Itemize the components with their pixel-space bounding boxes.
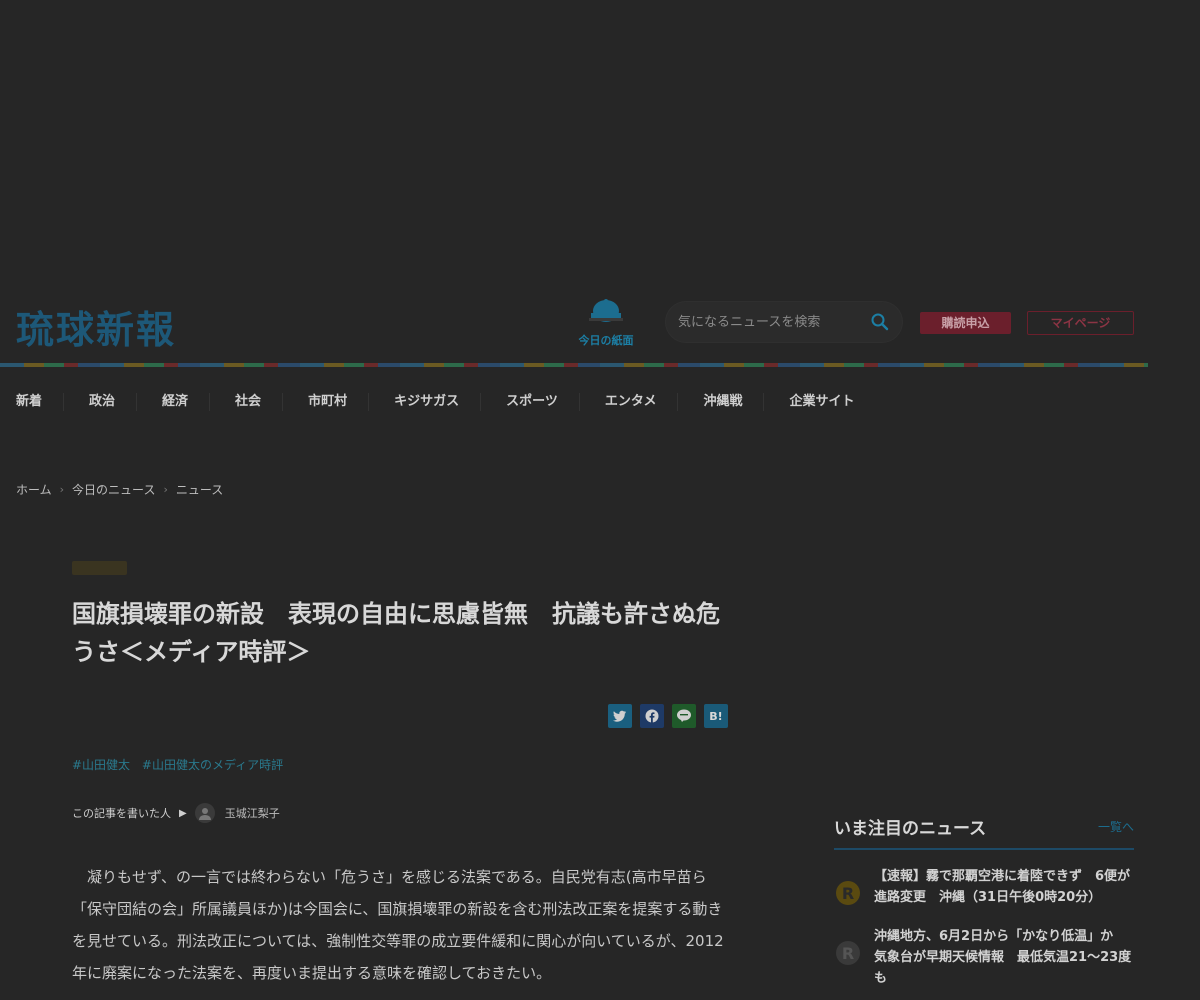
todays-paper-link[interactable]: 今日の紙面 [566,297,646,348]
mypage-button[interactable]: マイページ [1027,311,1134,335]
nav-item-entertainment[interactable]: エンタメ [605,393,679,411]
news-thumbnail-icon: R [836,941,860,965]
nav-item-politics[interactable]: 政治 [89,393,138,411]
author-avatar[interactable] [194,803,215,823]
main-nav: 新着 政治 経済 社会 市町村 キジサガス スポーツ エンタメ 沖縄戦 企業サイ… [0,384,1148,420]
svg-text:R: R [842,884,854,903]
chevron-right-icon: › [163,483,168,496]
author-name[interactable]: 玉城江梨子 [225,805,280,821]
author-prefix: この記事を書いた人 [72,807,171,820]
view-all-link[interactable]: 一覧へ [1098,818,1134,835]
person-icon [198,808,211,820]
article-tags: #山田健太 #山田健太のメディア時評 [72,756,728,773]
twitter-icon [613,710,626,722]
share-twitter-button[interactable] [608,704,632,728]
chevron-right-icon: › [59,483,65,496]
breadcrumb-todays-news[interactable]: 今日のニュース [72,481,155,498]
site-header: 琉球新報 今日の紙面 購読申込 マイページ [0,285,1148,367]
todays-paper-label: 今日の紙面 [578,334,634,347]
sidebar-title: いま注目のニュース [834,819,987,839]
news-thumbnail-icon: R [836,881,860,905]
nav-item-sports[interactable]: スポーツ [506,393,580,411]
nav-item-latest[interactable]: 新着 [16,393,65,411]
site-logo[interactable]: 琉球新報 [16,299,176,354]
newspaper-icon [589,299,623,322]
breadcrumb-home[interactable]: ホーム [16,481,52,498]
subscribe-button[interactable]: 購読申込 [920,312,1011,334]
share-hatena-button[interactable]: B! [704,704,728,728]
nav-item-okinawa-war[interactable]: 沖縄戦 [703,393,765,411]
article-headline: 国旗損壊罪の新設 表現の自由に思慮皆無 抗議も許さぬ危うさ＜メディア時評＞ [72,600,720,666]
article-body: 凝りもせず、の一言では終わらない「危うさ」を感じる法案である。自民党有志(高市早… [72,868,724,982]
share-line-button[interactable] [672,704,696,728]
author-row: この記事を書いた人 ▶ 玉城江梨子 [72,803,728,823]
trending-item[interactable]: R 沖縄地方、6月2日から「かなり低温」か 気象台が早期天候情報 最低気温21～… [834,926,1134,989]
decorative-band [0,363,1148,367]
arrow-right-icon: ▶ [179,807,187,819]
nav-item-corporate-site[interactable]: 企業サイト [789,393,875,411]
search-button[interactable] [870,312,890,332]
nav-item-kijisagasu[interactable]: キジサガス [394,393,482,411]
article-badge [72,561,127,575]
nav-item-economy[interactable]: 経済 [162,393,211,411]
tag-link[interactable]: #山田健太 [72,758,130,772]
article-meta: B! [72,704,728,730]
search-input[interactable] [678,312,858,332]
search-icon [871,313,889,331]
trending-item[interactable]: R 【速報】霧で那覇空港に着陸できず 6便が進路変更 沖縄（31日午後0時20分… [834,866,1134,910]
facebook-icon [645,709,659,723]
tag-link[interactable]: #山田健太のメディア時評 [142,758,283,772]
trending-item-title: 【速報】霧で那覇空港に着陸できず 6便が進路変更 沖縄（31日午後0時20分） [874,869,1131,905]
article-dates [72,709,88,722]
search-box [666,302,902,342]
breadcrumb: ホーム › 今日のニュース › ニュース [16,481,223,498]
line-icon [677,709,691,722]
share-facebook-button[interactable] [640,704,664,728]
trending-sidebar: いま注目のニュース 一覧へ R 【速報】霧で那覇空港に着陸できず 6便が進路変更… [834,814,1134,989]
nav-item-municipalities[interactable]: 市町村 [308,393,370,411]
svg-text:R: R [842,944,854,963]
share-buttons: B! [608,704,728,728]
sidebar-header: いま注目のニュース 一覧へ [834,814,1134,850]
nav-item-society[interactable]: 社会 [235,393,284,411]
breadcrumb-news[interactable]: ニュース [176,481,223,498]
article: 国旗損壊罪の新設 表現の自由に思慮皆無 抗議も許さぬ危うさ＜メディア時評＞ B!… [72,560,728,989]
trending-item-title: 沖縄地方、6月2日から「かなり低温」か 気象台が早期天候情報 最低気温21～23… [874,929,1132,986]
